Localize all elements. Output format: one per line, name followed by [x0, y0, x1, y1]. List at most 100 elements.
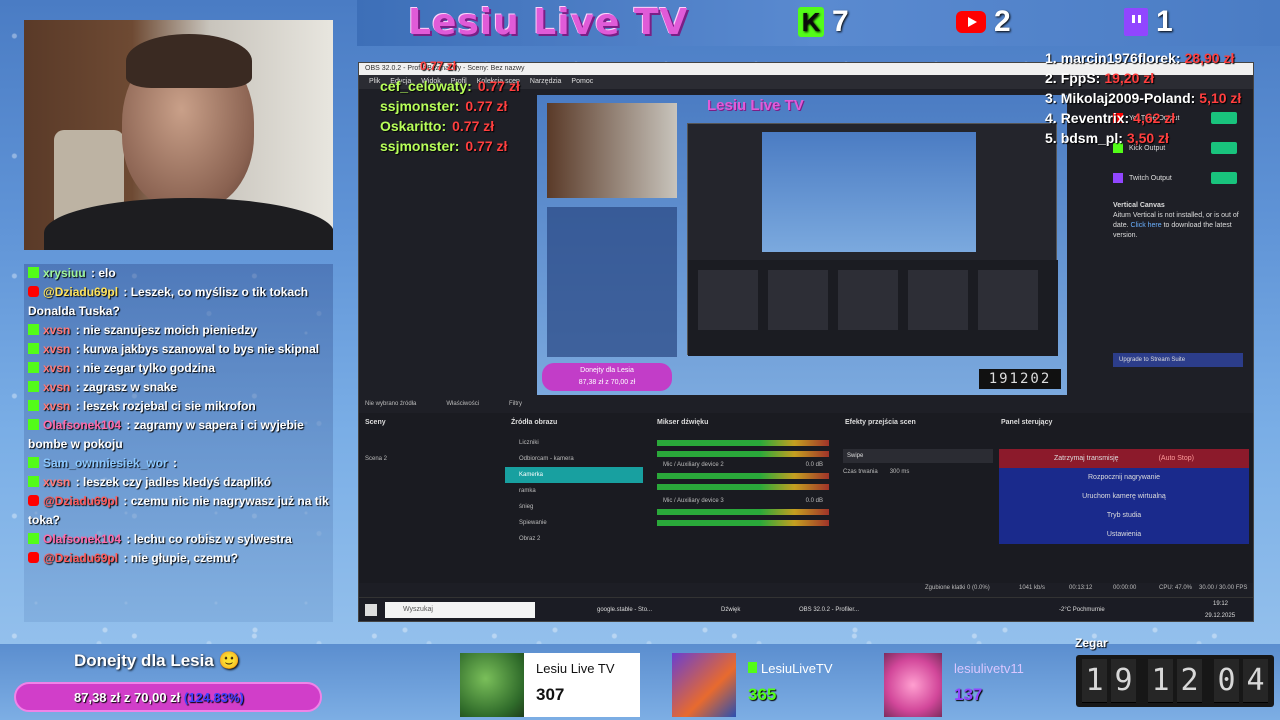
chat-message: xvsn : nie szanujesz moich pieniedzy [24, 321, 333, 340]
youtube-logo-icon [28, 286, 39, 297]
transitions-dock-title: Efekty przejścia scen [845, 419, 916, 426]
clock-digit: 9 [1111, 659, 1136, 703]
ranking-position: 1. [1045, 50, 1057, 66]
youtube-viewer-counter: 2 [956, 4, 1011, 40]
source-item[interactable]: śnieg [505, 499, 643, 515]
card-title: LesiuLiveTV [748, 661, 833, 676]
obs-menu-item[interactable]: Narzędzia [530, 75, 562, 89]
chat-username[interactable]: xvsn [43, 342, 70, 356]
card-title: lesiulivetv11 [954, 661, 1024, 676]
nested-dock [908, 270, 968, 330]
kick-logo-icon [28, 324, 39, 335]
nested-dock [698, 270, 758, 330]
chat-username[interactable]: xvsn [43, 399, 70, 413]
avatar [884, 653, 942, 717]
source-item[interactable]: Spiewanie [505, 515, 643, 531]
kick-logo-icon [28, 476, 39, 487]
chat-username[interactable]: xvsn [43, 361, 70, 375]
taskbar-weather[interactable]: -2°C Pochmurnie [1059, 598, 1105, 621]
taskbar-app-sound[interactable]: Dźwięk [721, 598, 740, 621]
transition-select[interactable]: Swipe [843, 449, 993, 463]
tip-name: cef_celowaty: [380, 78, 472, 94]
scenes-dock: Scena 2 [359, 435, 503, 595]
taskbar-app-obs[interactable]: OBS 32.0.2 - Profiler... [799, 598, 859, 621]
youtube-logo-icon [28, 552, 39, 563]
preview-brand: Lesiu Live TV [707, 97, 804, 114]
source-item[interactable]: Obraz 2 [505, 531, 643, 547]
scene-item[interactable]: Scena 2 [359, 451, 503, 467]
control-button[interactable]: Uruchom kamerę wirtualną [999, 487, 1249, 506]
chat-username[interactable]: Olafsonek104 [43, 532, 121, 546]
source-item[interactable]: Liczniki [505, 435, 643, 451]
chat-username[interactable]: @Dziadu69pl [43, 494, 118, 508]
filters-button[interactable]: Filtry [509, 401, 522, 407]
vertical-canvas-link[interactable]: Click here [1131, 222, 1162, 229]
chat-username[interactable]: xrysiuu [43, 266, 86, 280]
control-button[interactable]: Zatrzymaj transmisję (Auto Stop) [999, 449, 1249, 468]
stream-title: Lesiu Live TV [408, 2, 689, 43]
source-toolbar: Nie wybrano źródła Właściwości Filtry [365, 401, 522, 407]
kick-followers-card: LesiuLiveTV 365 [672, 653, 862, 717]
flip-clock: 1 9 1 2 0 4 [1076, 655, 1274, 707]
ranking-amount: 28,90 zł [1184, 50, 1235, 66]
duration-input[interactable]: 300 ms [890, 469, 910, 475]
taskbar-date[interactable]: 29.12.2025 [1205, 610, 1235, 621]
chat-username[interactable]: @Dziadu69pl [43, 551, 118, 565]
chat-separator: : [72, 475, 84, 489]
chat-username[interactable]: xvsn [43, 380, 70, 394]
chat-text: elo [98, 266, 116, 280]
chat-separator: : [120, 494, 131, 508]
chat-username[interactable]: Olafsonek104 [43, 418, 121, 432]
status-dropped: Zgubione klatki 0 (0.0%) [925, 585, 990, 591]
tip-name: Oskaritto: [380, 118, 447, 134]
photo-thumbnail [460, 653, 524, 717]
chat-message: xvsn : nie zegar tylko godzina [24, 359, 333, 378]
control-button[interactable]: Ustawienia [999, 525, 1249, 544]
obs-preview[interactable]: Lesiu Live TV Donejty dla Lesia 87,38 zł… [537, 95, 1067, 395]
output-label: Twitch Output [1129, 174, 1172, 182]
upgrade-stream-suite-button[interactable]: Upgrade to Stream Suite [1113, 353, 1243, 367]
preview-chat [547, 207, 677, 357]
chat-username[interactable]: Sam_ownniesiek_wor [43, 456, 168, 470]
tip-amount: 0.77 zł [477, 78, 520, 94]
kick-logo-icon [28, 457, 39, 468]
control-button[interactable]: Tryb studia [999, 506, 1249, 525]
card-value: 365 [748, 685, 777, 704]
tip-amount: 0.77 zł [452, 118, 495, 134]
youtube-viewer-count: 2 [994, 5, 1011, 38]
chat-username[interactable]: xvsn [43, 475, 70, 489]
taskbar-app-chrome[interactable]: google.stable - Sto... [597, 598, 652, 621]
ranking-position: 5. [1045, 130, 1057, 146]
obs-docks: Sceny Scena 2 Źródła obrazu Liczniki Odbi… [359, 413, 1253, 599]
preview-clock: 191202 [979, 369, 1061, 389]
chat-username[interactable]: xvsn [43, 323, 70, 337]
twitch-viewer-count: 1 [1156, 5, 1173, 38]
preview-donation-title: Donejty dla Lesia [580, 367, 634, 374]
preview-donation-amount: 87,38 zł z 70,00 zł [578, 379, 636, 386]
obs-menu-item[interactable]: Plik [369, 75, 380, 89]
taskbar-search[interactable]: Wyszukaj [385, 602, 535, 618]
properties-button[interactable]: Właściwości [446, 401, 479, 407]
control-button[interactable]: Rozpocznij nagrywanie [999, 468, 1249, 487]
ranking-name: Mikolaj2009-Poland: [1060, 90, 1196, 106]
source-item[interactable]: Kamerka [505, 467, 643, 483]
output-toggle[interactable] [1211, 172, 1237, 184]
chat-separator: : [120, 551, 131, 565]
ranking-amount: 19,20 zł [1104, 70, 1155, 86]
tip-entry: ssjmonster: 0.77 zł [380, 136, 520, 156]
source-item[interactable]: ramka [505, 483, 643, 499]
chat-separator: : [72, 399, 84, 413]
kick-logo-icon [28, 533, 39, 544]
chat-message: xvsn : leszek rozjebal ci sie mikrofon [24, 397, 333, 416]
chat-separator: : [72, 323, 84, 337]
source-item[interactable]: Odbiorcam - kamera [505, 451, 643, 467]
obs-menu-item[interactable]: Pomoc [571, 75, 593, 89]
chat-message: @Dziadu69pl : nie głupie, czemu? [24, 549, 333, 568]
chat-username[interactable]: @Dziadu69pl [43, 285, 118, 299]
donations-overflow: (124.83%) [183, 690, 244, 705]
kick-logo-icon [28, 400, 39, 411]
mixer-track-label: Mic / Auxiliary device 3 [663, 498, 724, 504]
ranking-name: marcin1976florek: [1060, 50, 1181, 66]
chat-text: zagrasz w snake [83, 380, 178, 394]
windows-start-icon[interactable] [365, 604, 377, 616]
